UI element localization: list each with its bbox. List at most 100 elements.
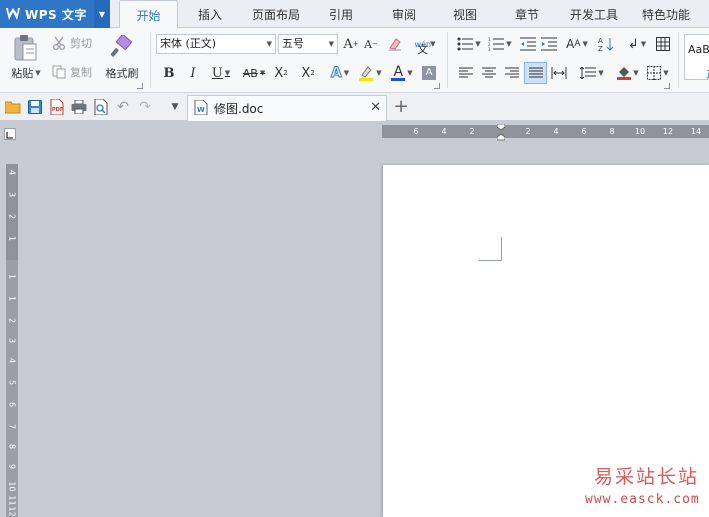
svg-text:PDF: PDF	[52, 107, 63, 113]
tab-insert[interactable]: 插入	[186, 0, 234, 28]
print-icon[interactable]	[70, 98, 88, 116]
ruler-label: 1	[7, 295, 17, 302]
tab-review[interactable]: 审阅	[381, 0, 427, 28]
app-menu-dropdown-icon[interactable]: ▼	[94, 0, 110, 28]
watermark-url: www.easck.com	[585, 492, 700, 507]
tab-sections[interactable]: 章节	[504, 0, 550, 28]
svg-text:W: W	[197, 106, 205, 114]
line-spacing-icon[interactable]: ▼	[578, 64, 606, 82]
menu-bar: WPS 文字 ▼ 开始 插入 页面布局 引用 审阅 视图 章节 开发工具 特色功…	[0, 0, 709, 29]
align-left-icon[interactable]	[457, 64, 475, 82]
horizontal-ruler[interactable]: 6 4 2 2 4 6 8 10 12 14	[382, 125, 709, 138]
superscript-icon[interactable]: X2	[271, 63, 291, 83]
phonetic-guide-icon[interactable]: wén 文 ▼	[410, 34, 440, 56]
change-case-icon[interactable]: A A ▼	[563, 34, 591, 54]
paste-label: 粘贴	[11, 67, 34, 80]
svg-text:A: A	[598, 37, 603, 45]
document-tab[interactable]: W 修图.doc ✕	[187, 95, 387, 121]
new-tab-icon[interactable]: +	[391, 96, 411, 117]
ruler-label: 1	[7, 235, 17, 242]
highlight-icon[interactable]: ▼	[356, 63, 384, 83]
numbered-list-icon[interactable]: 1 2 3 ▼	[486, 35, 514, 53]
clipboard-launcher-icon[interactable]	[137, 83, 143, 89]
document-icon: W	[194, 99, 208, 118]
copy-button[interactable]: 复制	[52, 64, 100, 80]
ruler-label: 12	[7, 506, 17, 517]
font-launcher-icon[interactable]	[434, 83, 440, 89]
paste-icon[interactable]	[8, 33, 42, 63]
tab-developer[interactable]: 开发工具	[562, 0, 626, 28]
ruler-label: 3	[7, 191, 17, 198]
italic-icon[interactable]: I	[184, 63, 202, 83]
document-tab-name: 修图.doc	[214, 102, 264, 116]
font-size-value: 五号	[282, 37, 304, 50]
ruler-label: 2	[7, 317, 17, 324]
tab-references[interactable]: 引用	[318, 0, 364, 28]
print-preview-icon[interactable]	[92, 98, 110, 116]
vertical-ruler[interactable]: 4 3 2 1 1 1 2 3 4 5 6 7 8 9 10 11 12	[6, 164, 18, 517]
group-divider	[150, 32, 151, 88]
ruler-label: 7	[7, 423, 17, 430]
tab-view[interactable]: 视图	[442, 0, 488, 28]
app-menu-button[interactable]: WPS 文字 ▼	[0, 0, 110, 28]
style-preview: AaB	[688, 43, 709, 56]
bullet-list-icon[interactable]: ▼	[455, 35, 483, 53]
ruler-label: 10	[7, 481, 17, 492]
cut-button[interactable]: 剪切	[52, 35, 100, 51]
copy-label: 复制	[70, 66, 92, 79]
tab-page-layout[interactable]: 页面布局	[244, 0, 308, 28]
ruler-label: 12	[662, 127, 674, 136]
align-right-icon[interactable]	[503, 64, 521, 82]
table-grid-icon[interactable]	[654, 34, 672, 54]
undo-icon[interactable]: ↶	[114, 98, 132, 116]
redo-icon[interactable]: ↷	[136, 98, 154, 116]
strikethrough-icon[interactable]: AB ▼	[239, 63, 269, 83]
ruler-label: 2	[7, 213, 17, 220]
indent-marker-icon[interactable]	[496, 123, 506, 144]
ruler-label: 6	[413, 127, 419, 136]
border-icon[interactable]: ▼	[644, 63, 672, 83]
ruler-label: 4	[7, 169, 17, 176]
clear-format-icon[interactable]	[386, 35, 404, 53]
scissors-icon	[52, 36, 66, 50]
grow-font-icon[interactable]: A +	[342, 35, 360, 53]
save-icon[interactable]	[26, 98, 44, 116]
justify-icon[interactable]	[524, 62, 547, 84]
font-name-select[interactable]: 宋体 (正文) ▼	[156, 34, 276, 54]
format-painter-icon[interactable]	[107, 33, 135, 61]
ruler-label: 2	[525, 127, 531, 136]
open-folder-icon[interactable]	[4, 98, 22, 116]
format-painter-button[interactable]: 格式刷	[102, 66, 142, 80]
tab-features[interactable]: 特色功能	[634, 0, 698, 28]
ruler-label: 4	[553, 127, 559, 136]
style-gallery[interactable]: AaB 正	[684, 34, 709, 80]
paint-bucket-icon[interactable]: ▼	[614, 63, 642, 83]
ruler-label: 3	[7, 337, 17, 344]
bold-icon[interactable]: B	[160, 63, 178, 83]
svg-text:3: 3	[488, 47, 491, 51]
increase-indent-icon[interactable]	[540, 35, 558, 53]
font-color-icon[interactable]: A ▼	[388, 63, 416, 83]
underline-icon[interactable]: U ▼	[207, 63, 235, 83]
paragraph-mark-icon[interactable]: ↲ ▼	[624, 34, 650, 54]
tab-start[interactable]: 开始	[119, 0, 178, 29]
style-name: 正	[688, 66, 709, 79]
wps-logo-icon	[6, 7, 20, 21]
font-size-select[interactable]: 五号 ▼	[278, 34, 338, 54]
text-effect-icon[interactable]: A ▼	[326, 63, 354, 83]
close-icon[interactable]: ✕	[370, 100, 381, 115]
font-name-value: 宋体 (正文)	[160, 37, 217, 50]
subscript-icon[interactable]: X2	[298, 63, 318, 83]
char-shading-icon[interactable]: A	[420, 64, 438, 82]
quick-access-dropdown-icon[interactable]: ▼	[166, 98, 184, 116]
paragraph-launcher-icon[interactable]	[664, 83, 670, 89]
align-center-icon[interactable]	[480, 64, 498, 82]
sort-icon[interactable]: AZ	[596, 34, 616, 54]
export-pdf-icon[interactable]: PDF	[48, 98, 66, 116]
ruler-label: 4	[441, 127, 447, 136]
distributed-align-icon[interactable]	[550, 64, 568, 82]
paste-button[interactable]: 粘贴 ▼	[6, 66, 46, 80]
shrink-font-icon[interactable]: A −	[362, 35, 380, 53]
tab-stop-selector-icon[interactable]	[4, 128, 16, 140]
decrease-indent-icon[interactable]	[519, 35, 537, 53]
